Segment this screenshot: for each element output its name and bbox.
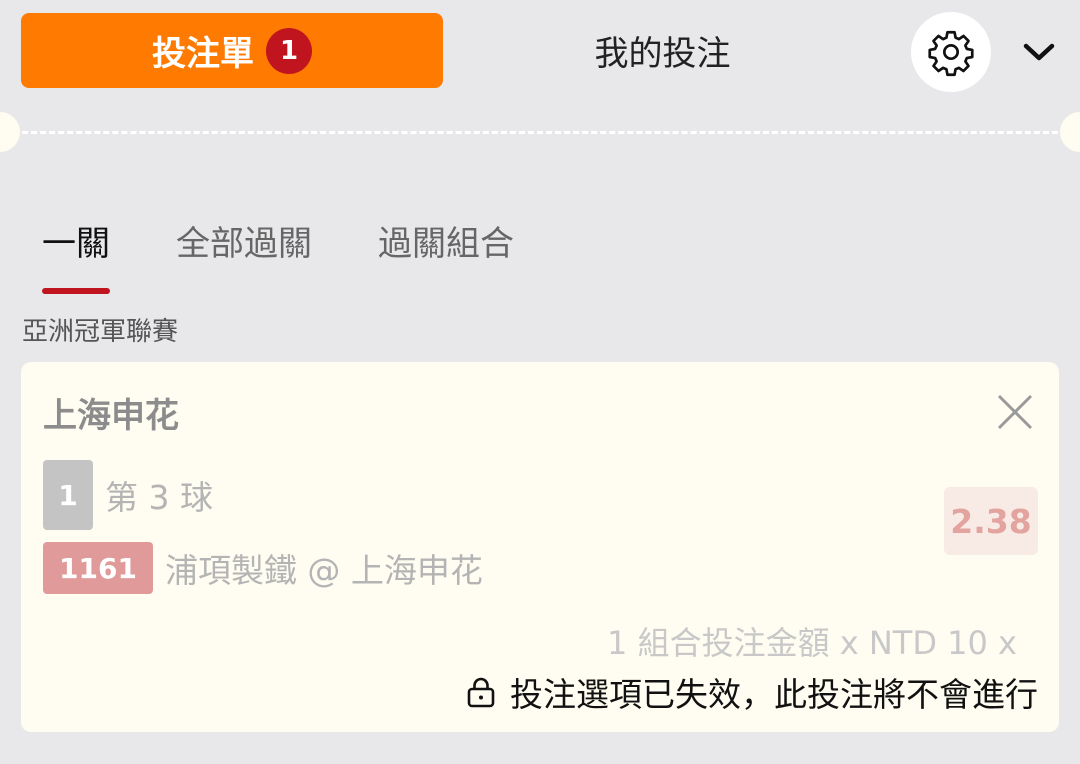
collapse-button[interactable] — [1014, 30, 1064, 74]
tab-my-bets[interactable]: 我的投注 — [560, 13, 765, 88]
tab-betslip[interactable]: 投注單 1 — [21, 13, 443, 88]
tab-single[interactable]: 一關 — [42, 218, 110, 294]
suspended-warning: 投注選項已失效，此投注將不會進行 — [466, 668, 1038, 716]
stake-summary: 1 組合投注金額 x NTD 10 x — [607, 624, 1017, 662]
bet-market-row: 1 第 3 球 — [43, 460, 213, 530]
bet-matchup: 浦項製鐵 @ 上海申花 — [164, 551, 483, 590]
dashed-separator — [0, 110, 1080, 154]
top-bar: 投注單 1 我的投注 — [0, 0, 1080, 110]
tab-parlay-combo[interactable]: 過關組合 — [378, 218, 514, 290]
odds-value: 2.38 — [944, 487, 1038, 555]
close-icon — [997, 394, 1033, 430]
bet-market: 第 3 球 — [105, 478, 213, 517]
tab-betslip-label: 投注單 — [152, 34, 254, 74]
bet-team-title: 上海申花 — [43, 396, 179, 436]
tab-all-parlay[interactable]: 全部過關 — [176, 218, 312, 290]
chevron-down-icon — [1023, 43, 1055, 61]
bet-card: 上海申花 1 第 3 球 1161 浦項製鐵 @ 上海申花 2.38 1 組合投… — [21, 362, 1059, 732]
warning-text: 投注選項已失效，此投注將不會進行 — [510, 675, 1038, 714]
bet-match-row: 1161 浦項製鐵 @ 上海申花 — [43, 542, 483, 594]
bet-type-tabs: 一關 全部過關 過關組合 — [42, 218, 514, 294]
lock-icon — [467, 677, 495, 708]
settings-button[interactable] — [911, 12, 991, 92]
match-id-badge: 1161 — [43, 542, 153, 594]
gear-icon — [928, 30, 974, 77]
league-name: 亞洲冠軍聯賽 — [22, 317, 179, 347]
remove-bet-button[interactable] — [995, 392, 1035, 432]
betslip-count-badge: 1 — [266, 27, 312, 74]
selection-number-badge: 1 — [43, 460, 93, 530]
